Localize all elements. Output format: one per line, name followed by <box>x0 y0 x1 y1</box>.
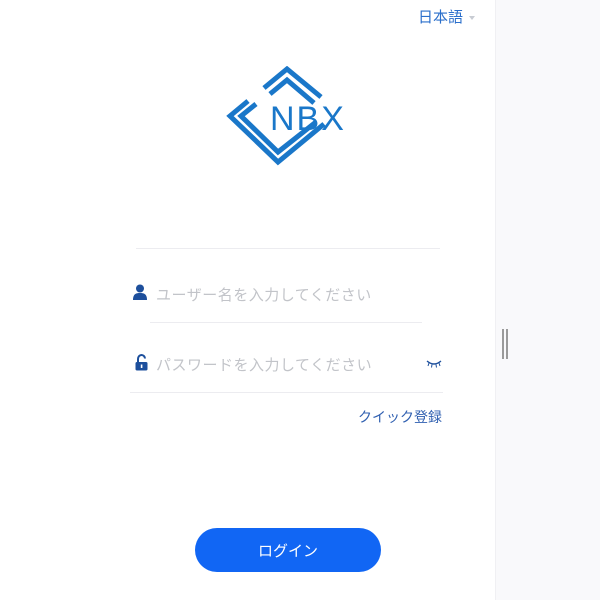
scroll-handle[interactable] <box>502 329 508 359</box>
username-underline <box>150 322 422 323</box>
username-input[interactable]: ユーザー名を入力してください <box>156 284 372 305</box>
language-selector[interactable]: 日本語 <box>418 6 476 27</box>
password-input[interactable]: パスワードを入力してください <box>156 354 372 375</box>
chevron-down-icon <box>469 15 476 20</box>
password-underline <box>130 392 443 393</box>
divider-top <box>136 248 440 249</box>
login-button[interactable]: ログイン <box>195 528 381 572</box>
user-icon <box>133 284 147 300</box>
eye-closed-icon[interactable] <box>426 360 442 368</box>
unlock-icon <box>135 354 148 371</box>
nbx-logo: NBX <box>226 66 346 166</box>
side-panel <box>495 0 600 600</box>
quick-register-link[interactable]: クイック登録 <box>358 407 442 427</box>
language-label: 日本語 <box>418 8 464 26</box>
logo-text: NBX <box>270 100 346 138</box>
